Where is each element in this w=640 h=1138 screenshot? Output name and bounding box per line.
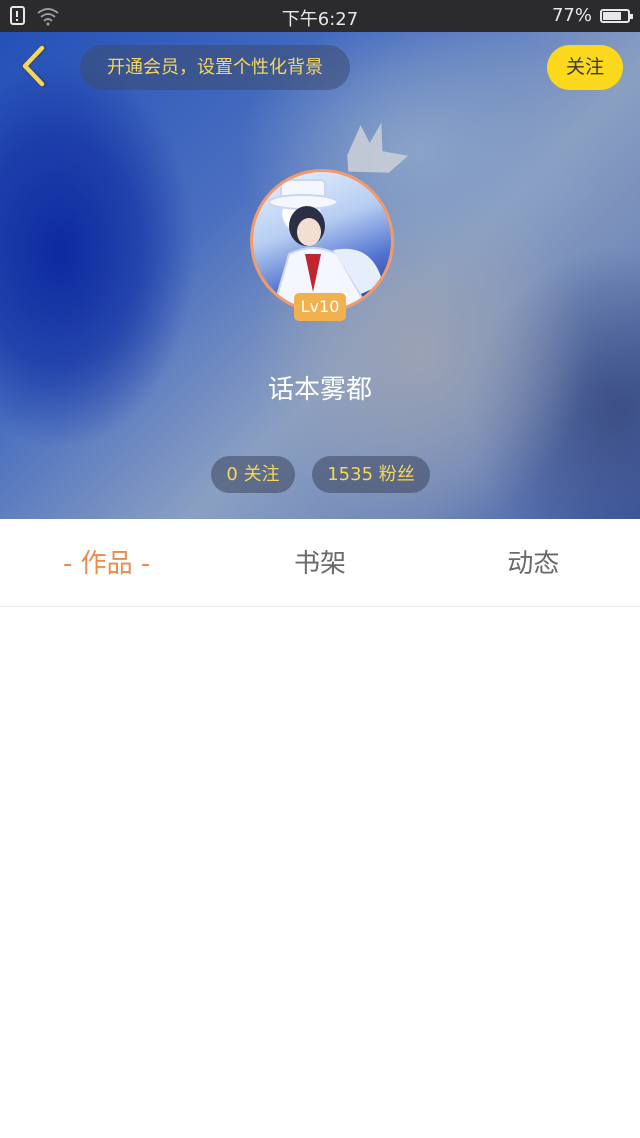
avatar[interactable] xyxy=(250,169,394,313)
back-button[interactable] xyxy=(14,44,54,91)
battery-level-fill xyxy=(603,11,621,20)
status-bar-right: 77% xyxy=(551,5,633,26)
profile-header-background: 开通会员，设置个性化背景 关注 Lv10 话本雾都 0 关注 1535 粉丝 xyxy=(0,32,640,519)
chevron-left-icon xyxy=(19,44,49,91)
username: 话本雾都 xyxy=(267,375,372,405)
tab-bookshelf[interactable]: 书架 xyxy=(213,519,426,606)
tab-content-area xyxy=(0,607,640,1138)
fans-count-button[interactable]: 1535 粉丝 xyxy=(312,456,430,493)
tab-activity[interactable]: 动态 xyxy=(427,519,640,606)
vip-background-banner[interactable]: 开通会员，设置个性化背景 xyxy=(80,45,350,90)
level-badge: Lv10 xyxy=(294,293,346,321)
battery-percent: 77% xyxy=(551,5,592,26)
battery-icon xyxy=(600,8,633,23)
status-bar: 下午6:27 77% xyxy=(0,0,640,32)
following-count-button[interactable]: 0 关注 xyxy=(211,456,295,493)
follow-button[interactable]: 关注 xyxy=(547,45,623,90)
tab-works[interactable]: - 作品 - xyxy=(0,519,213,606)
status-time: 下午6:27 xyxy=(281,9,359,30)
profile-tab-bar: - 作品 - 书架 动态 xyxy=(0,519,640,607)
